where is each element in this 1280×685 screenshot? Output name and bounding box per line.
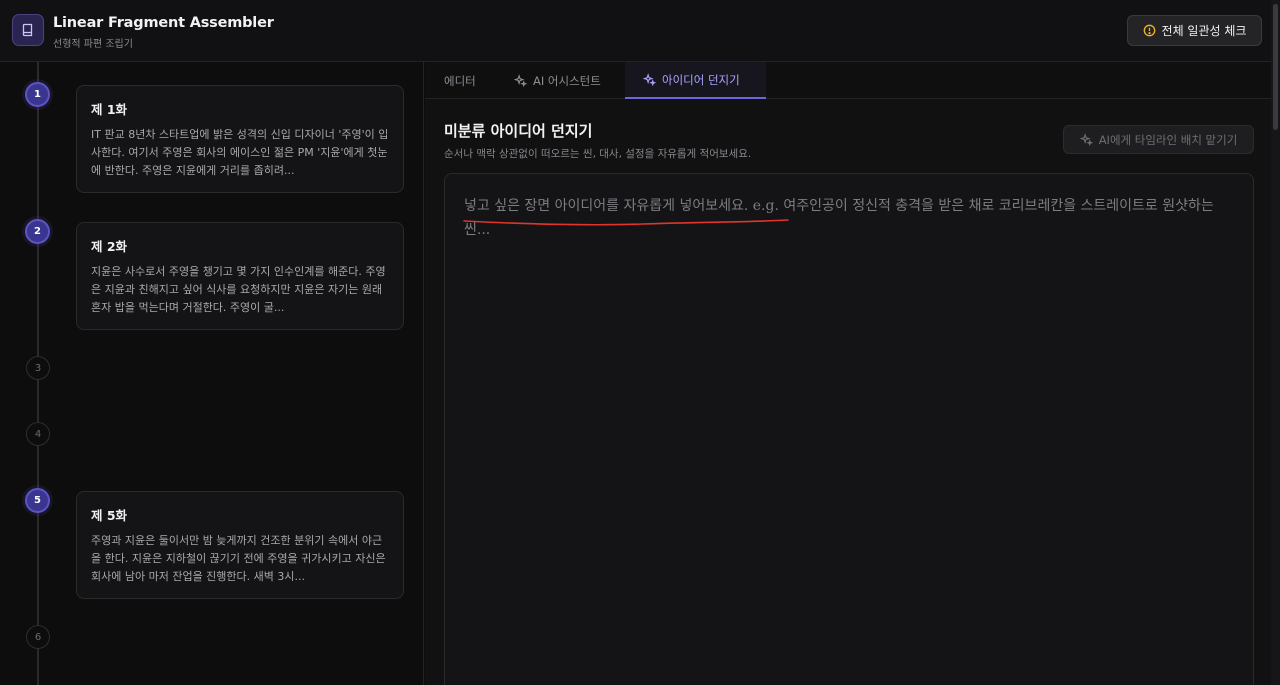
- alert-circle-icon: [1143, 24, 1155, 37]
- tab-ai-assistant[interactable]: AI 어시스턴트: [514, 62, 601, 99]
- sparkles-icon: [643, 73, 656, 86]
- consistency-check-label: 전체 일관성 체크: [1161, 24, 1247, 38]
- sparkles-icon: [514, 74, 527, 87]
- app-title: Linear Fragment Assembler: [53, 15, 274, 31]
- app-header: Linear Fragment Assembler 선형적 파편 조립기 전체 …: [0, 0, 1280, 62]
- app-subtitle: 선형적 파편 조립기: [53, 39, 133, 50]
- tab-idea-throw[interactable]: 아이디어 던지기: [625, 62, 766, 99]
- page-title: 미분류 아이디어 던지기: [444, 122, 593, 140]
- timeline-node-5[interactable]: 5: [25, 488, 50, 513]
- episode-summary: 지윤은 사수로서 주영을 챙기고 몇 가지 인수인계를 해준다. 주영은 지윤과…: [91, 265, 386, 314]
- episode-title: 제 5화: [91, 508, 128, 523]
- consistency-check-button[interactable]: 전체 일관성 체크: [1127, 15, 1262, 46]
- book-icon: [12, 14, 44, 46]
- timeline-node-2[interactable]: 2: [25, 219, 50, 244]
- timeline-node-4[interactable]: 4: [26, 422, 50, 446]
- ai-button-label: AI에게 타임라인 배치 맡기기: [1098, 132, 1238, 147]
- tab-label: 에디터: [444, 73, 476, 88]
- tab-editor[interactable]: 에디터: [444, 62, 476, 99]
- episode-title: 제 2화: [91, 239, 128, 254]
- ai-timeline-placement-button[interactable]: AI에게 타임라인 배치 맡기기: [1063, 125, 1254, 154]
- episode-card-5[interactable]: 제 5화 주영과 지윤은 둘이서만 밤 늦게까지 건조한 분위기 속에서 야근을…: [76, 491, 404, 599]
- timeline-node-1[interactable]: 1: [25, 82, 50, 107]
- episode-summary: 주영과 지윤은 둘이서만 밤 늦게까지 건조한 분위기 속에서 야근을 한다. …: [91, 534, 386, 583]
- scrollbar-thumb[interactable]: [1273, 4, 1278, 130]
- tab-label: 아이디어 던지기: [662, 72, 740, 87]
- tab-bar: 에디터 AI 어시스턴트 아이디어 던지기: [425, 62, 1271, 99]
- idea-textarea[interactable]: [464, 194, 1234, 682]
- episode-title: 제 1화: [91, 102, 128, 117]
- timeline-node-3[interactable]: 3: [26, 356, 50, 380]
- episode-card-2[interactable]: 제 2화 지윤은 사수로서 주영을 챙기고 몇 가지 인수인계를 해준다. 주영…: [76, 222, 404, 330]
- sparkles-icon: [1079, 133, 1093, 146]
- episode-summary: IT 판교 8년차 스타트업에 밝은 성격의 신입 디자이너 '주영'이 입사한…: [91, 128, 389, 177]
- tab-label: AI 어시스턴트: [533, 73, 601, 88]
- page-description: 순서나 맥락 상관없이 떠오르는 씬, 대사, 설정을 자유롭게 적어보세요.: [444, 148, 752, 160]
- main-panel: 에디터 AI 어시스턴트 아이디어 던지기 미분류 아이디어 던지기 순서나 맥…: [425, 62, 1271, 685]
- page-scrollbar[interactable]: [1271, 0, 1280, 685]
- episode-card-1[interactable]: 제 1화 IT 판교 8년차 스타트업에 밝은 성격의 신입 디자이너 '주영'…: [76, 85, 404, 193]
- timeline-node-6[interactable]: 6: [26, 625, 50, 649]
- idea-editor: [444, 173, 1254, 685]
- timeline-panel: 1 제 1화 IT 판교 8년차 스타트업에 밝은 성격의 신입 디자이너 '주…: [0, 62, 424, 685]
